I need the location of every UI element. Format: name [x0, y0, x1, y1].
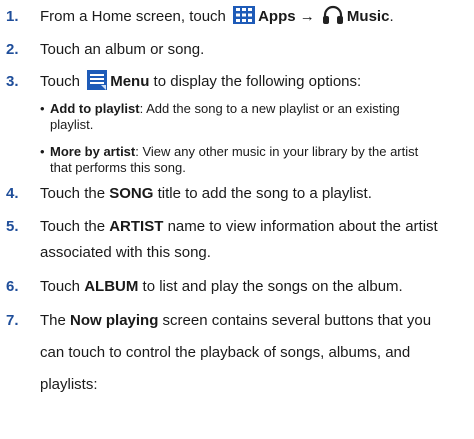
- step-number: 1.: [6, 8, 19, 25]
- step-text: The Now playing screen contains several …: [40, 312, 432, 393]
- step-text: Touch the ARTIST name to view informatio…: [40, 218, 438, 261]
- option-add-to-playlist: • Add to playlist: Add the song to a new…: [40, 101, 470, 135]
- step-number: 7.: [6, 312, 19, 329]
- step-number: 4.: [6, 185, 19, 202]
- headphones-icon: [322, 6, 343, 25]
- step-text: From a Home screen, touch Apps → Music.: [40, 4, 472, 30]
- apps-grid-icon: [233, 6, 256, 25]
- menu-icon: [87, 70, 108, 91]
- bullet-text: Add to playlist: Add the song to a new p…: [50, 101, 400, 132]
- bullet-dot: •: [40, 144, 45, 159]
- step-text: Touch Menu to display the following opti…: [40, 69, 472, 95]
- step-text: Touch ALBUM to list and play the songs o…: [40, 278, 403, 295]
- bullet-dot: •: [40, 101, 45, 116]
- step-number: 2.: [6, 41, 19, 58]
- step-number: 6.: [6, 278, 19, 295]
- step-number: 3.: [6, 73, 19, 90]
- option-more-by-artist: • More by artist: View any other music i…: [40, 144, 470, 178]
- bullet-text: More by artist: View any other music in …: [50, 144, 419, 175]
- step-number: 5.: [6, 218, 19, 235]
- step-text: Touch the SONG title to add the song to …: [40, 185, 372, 202]
- step-text: Touch an album or song.: [40, 41, 205, 58]
